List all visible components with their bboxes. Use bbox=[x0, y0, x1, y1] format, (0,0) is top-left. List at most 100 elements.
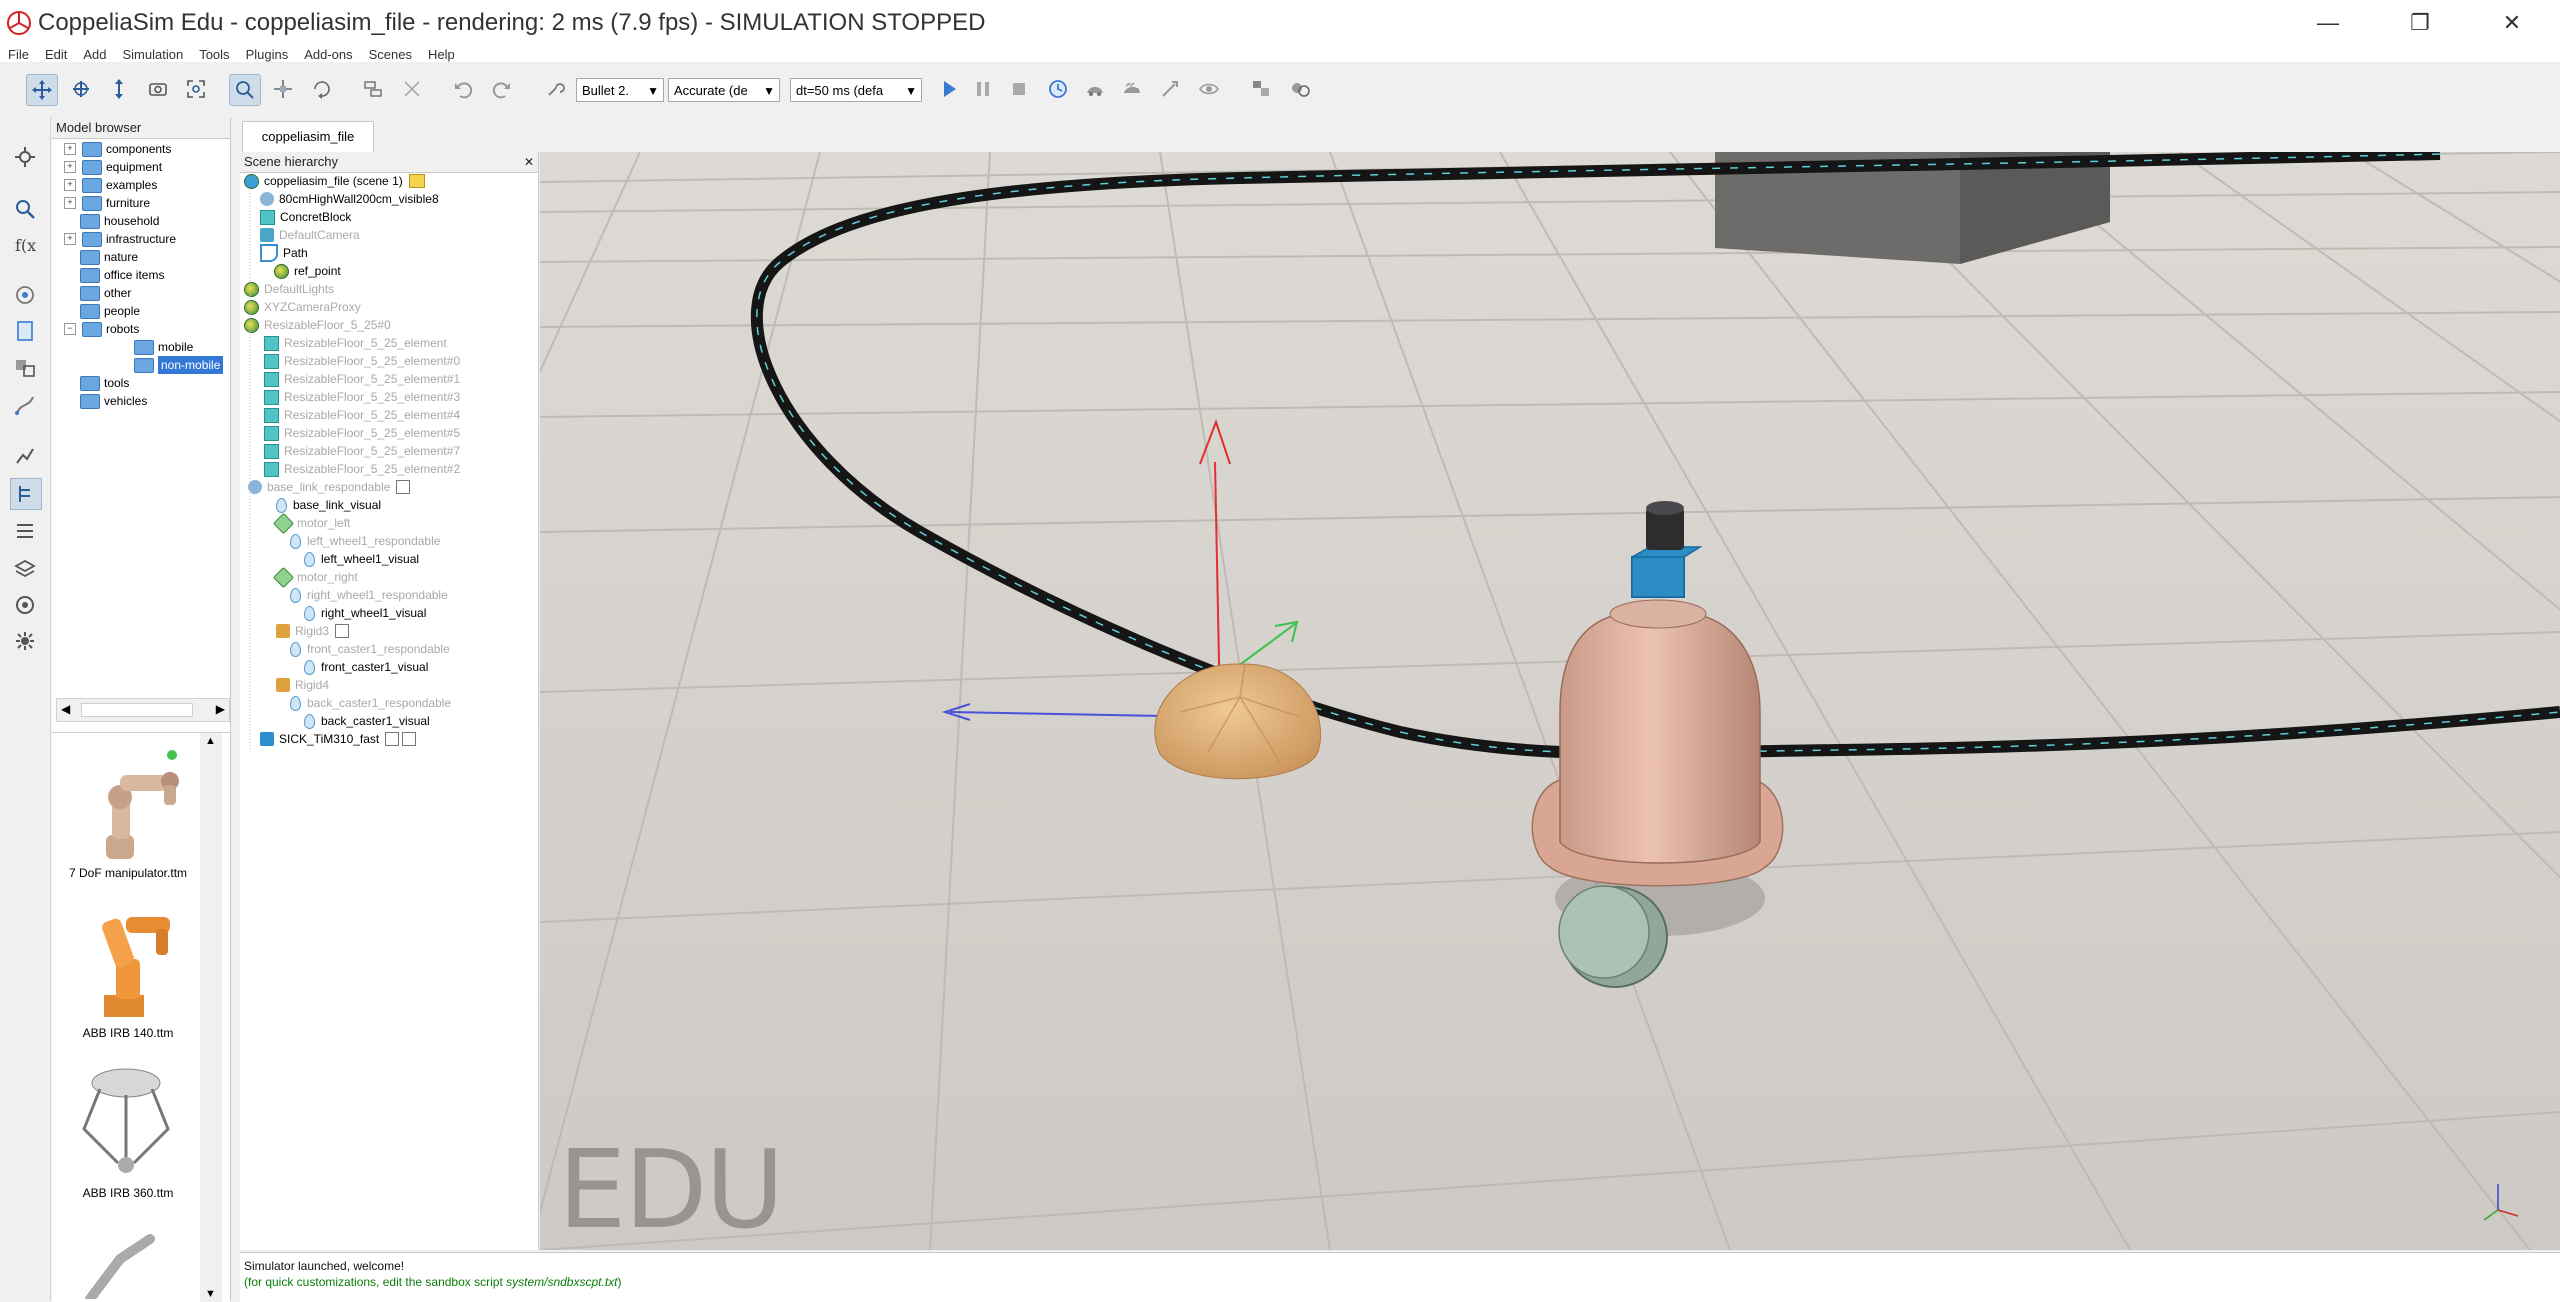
thumbnail-7dof-manipulator[interactable]: 7 DoF manipulator.ttm bbox=[60, 739, 196, 889]
assemble-icon[interactable] bbox=[358, 74, 388, 104]
folder-robots[interactable]: − robots bbox=[64, 320, 139, 338]
fit-to-view-icon[interactable] bbox=[181, 74, 211, 104]
hierarchy-item[interactable]: front_caster1_visual bbox=[304, 658, 428, 676]
calculation-modules-icon[interactable] bbox=[1285, 74, 1315, 104]
folder-vehicles[interactable]: vehicles bbox=[80, 392, 147, 410]
tab-coppeliasim-file[interactable]: coppeliasim_file bbox=[242, 121, 374, 152]
hierarchy-item[interactable]: Rigid3 bbox=[276, 622, 350, 640]
undo-icon[interactable] bbox=[448, 74, 478, 104]
close-icon[interactable]: ✕ bbox=[524, 152, 534, 172]
video-recorder-icon[interactable] bbox=[10, 590, 40, 620]
script-icon[interactable] bbox=[402, 732, 417, 746]
camera-shift-icon[interactable] bbox=[104, 74, 134, 104]
folder-other[interactable]: other bbox=[80, 284, 131, 302]
thumbnail-abb-irb-360[interactable]: ABB IRB 360.ttm bbox=[60, 1059, 196, 1209]
hierarchy-item[interactable]: left_wheel1_respondable bbox=[290, 532, 440, 550]
stop-simulation-icon[interactable] bbox=[1004, 74, 1034, 104]
folder-examples[interactable]: + examples bbox=[64, 176, 157, 194]
timestep-select[interactable]: dt=50 ms (defa ▼ bbox=[790, 78, 922, 102]
scene-objects-icon[interactable] bbox=[1246, 74, 1276, 104]
thumbnail-next-model[interactable] bbox=[60, 1219, 196, 1302]
menu-plugins[interactable]: Plugins bbox=[238, 47, 297, 62]
function-icon[interactable]: f(x) bbox=[10, 230, 40, 260]
simulation-settings-icon[interactable] bbox=[10, 142, 40, 172]
speed-up-icon[interactable] bbox=[1117, 74, 1147, 104]
folder-equipment[interactable]: + equipment bbox=[64, 158, 162, 176]
hierarchy-item[interactable]: motor_right bbox=[272, 566, 358, 588]
kinematics-icon[interactable] bbox=[10, 440, 40, 470]
hierarchy-item[interactable]: SICK_TiM310_fast bbox=[260, 730, 417, 748]
scene-hierarchy-toggle-icon[interactable] bbox=[10, 478, 42, 510]
engine-settings-icon[interactable] bbox=[540, 74, 570, 104]
hierarchy-item[interactable]: ResizableFloor_5_25_element#1 bbox=[264, 370, 460, 388]
hierarchy-item[interactable]: ResizableFloor_5_25_element#7 bbox=[264, 442, 460, 460]
scroll-left-icon[interactable]: ◀ bbox=[61, 702, 70, 716]
accuracy-select[interactable]: Accurate (de ▼ bbox=[668, 78, 780, 102]
page-layers-icon[interactable] bbox=[10, 554, 40, 584]
hierarchy-item[interactable]: ResizableFloor_5_25_element#5 bbox=[264, 424, 460, 442]
thumbnails-vertical-scrollbar[interactable]: ▲ ▼ bbox=[200, 733, 222, 1302]
menu-add-ons[interactable]: Add-ons bbox=[296, 47, 360, 62]
menu-simulation[interactable]: Simulation bbox=[115, 47, 192, 62]
menu-tools[interactable]: Tools bbox=[191, 47, 237, 62]
folder-nature[interactable]: nature bbox=[80, 248, 138, 266]
click-select-icon[interactable] bbox=[229, 74, 261, 106]
scroll-up-icon[interactable]: ▲ bbox=[205, 735, 216, 747]
hierarchy-item[interactable]: back_caster1_visual bbox=[304, 712, 430, 730]
hierarchy-item[interactable]: left_wheel1_visual bbox=[304, 550, 419, 568]
hierarchy-item[interactable]: right_wheel1_respondable bbox=[290, 586, 448, 604]
scroll-down-icon[interactable]: ▼ bbox=[205, 1288, 216, 1300]
maximize-button[interactable]: ❐ bbox=[2374, 0, 2466, 46]
layers-icon[interactable] bbox=[10, 280, 40, 310]
camera-pan-icon[interactable] bbox=[26, 74, 58, 106]
scene-viewport[interactable] bbox=[540, 152, 2560, 1250]
object-properties-icon[interactable] bbox=[10, 516, 40, 546]
hierarchy-item[interactable]: Rigid4 bbox=[276, 676, 329, 694]
start-simulation-icon[interactable] bbox=[934, 74, 964, 104]
script-icon[interactable] bbox=[335, 624, 350, 638]
thumbnail-abb-irb-140[interactable]: ABB IRB 140.ttm bbox=[60, 899, 196, 1049]
hierarchy-item[interactable]: ref_point bbox=[274, 262, 341, 280]
slow-down-icon[interactable] bbox=[1080, 74, 1110, 104]
tree-horizontal-scrollbar[interactable]: ◀ ▶ bbox=[56, 698, 230, 722]
folder-furniture[interactable]: + furniture bbox=[64, 194, 150, 212]
folder-mobile[interactable]: mobile bbox=[134, 338, 193, 356]
collision-icon[interactable] bbox=[10, 352, 40, 382]
user-settings-icon[interactable] bbox=[10, 626, 40, 656]
hierarchy-item[interactable]: front_caster1_respondable bbox=[290, 640, 450, 658]
folder-components[interactable]: + components bbox=[64, 140, 171, 158]
pause-simulation-icon[interactable] bbox=[968, 74, 998, 104]
menu-scenes[interactable]: Scenes bbox=[361, 47, 420, 62]
object-shift-icon[interactable] bbox=[268, 74, 298, 104]
physics-engine-select[interactable]: Bullet 2. ▼ bbox=[576, 78, 664, 102]
folder-tools[interactable]: tools bbox=[80, 374, 129, 392]
camera-rotate-icon[interactable] bbox=[66, 74, 96, 104]
hierarchy-item[interactable]: ResizableFloor_5_25_element#0 bbox=[264, 352, 460, 370]
menu-edit[interactable]: Edit bbox=[37, 47, 75, 62]
menu-add[interactable]: Add bbox=[75, 47, 114, 62]
object-rotate-icon[interactable] bbox=[307, 74, 337, 104]
folder-household[interactable]: household bbox=[80, 212, 159, 230]
script-icon[interactable] bbox=[396, 480, 411, 494]
hierarchy-item[interactable]: ResizableFloor_5_25_element#3 bbox=[264, 388, 460, 406]
folder-non-mobile[interactable]: non-mobile bbox=[134, 356, 224, 374]
script-icon[interactable] bbox=[385, 732, 400, 746]
menu-help[interactable]: Help bbox=[420, 47, 463, 62]
path-planning-icon[interactable] bbox=[10, 390, 40, 420]
menu-file[interactable]: File bbox=[0, 47, 37, 62]
hierarchy-item[interactable]: ResizableFloor_5_25_element#2 bbox=[264, 460, 460, 478]
hierarchy-item[interactable]: back_caster1_respondable bbox=[290, 694, 451, 712]
hierarchy-item[interactable]: right_wheel1_visual bbox=[304, 604, 426, 622]
hierarchy-item[interactable]: ResizableFloor_5_25_element#4 bbox=[264, 406, 460, 424]
hierarchy-item[interactable]: base_link_visual bbox=[276, 496, 381, 514]
camera-view-icon[interactable] bbox=[143, 74, 173, 104]
page-icon[interactable] bbox=[10, 316, 40, 346]
hierarchy-item[interactable]: 80cmHighWall200cm_visible8 bbox=[260, 190, 439, 208]
real-time-icon[interactable] bbox=[1043, 74, 1073, 104]
close-window-button[interactable]: ✕ bbox=[2466, 0, 2558, 46]
minimize-button[interactable]: — bbox=[2282, 0, 2374, 46]
scroll-right-icon[interactable]: ▶ bbox=[216, 702, 225, 716]
redo-icon[interactable] bbox=[487, 74, 517, 104]
visualization-toggle-icon[interactable] bbox=[1194, 74, 1224, 104]
search-icon[interactable] bbox=[10, 194, 40, 224]
